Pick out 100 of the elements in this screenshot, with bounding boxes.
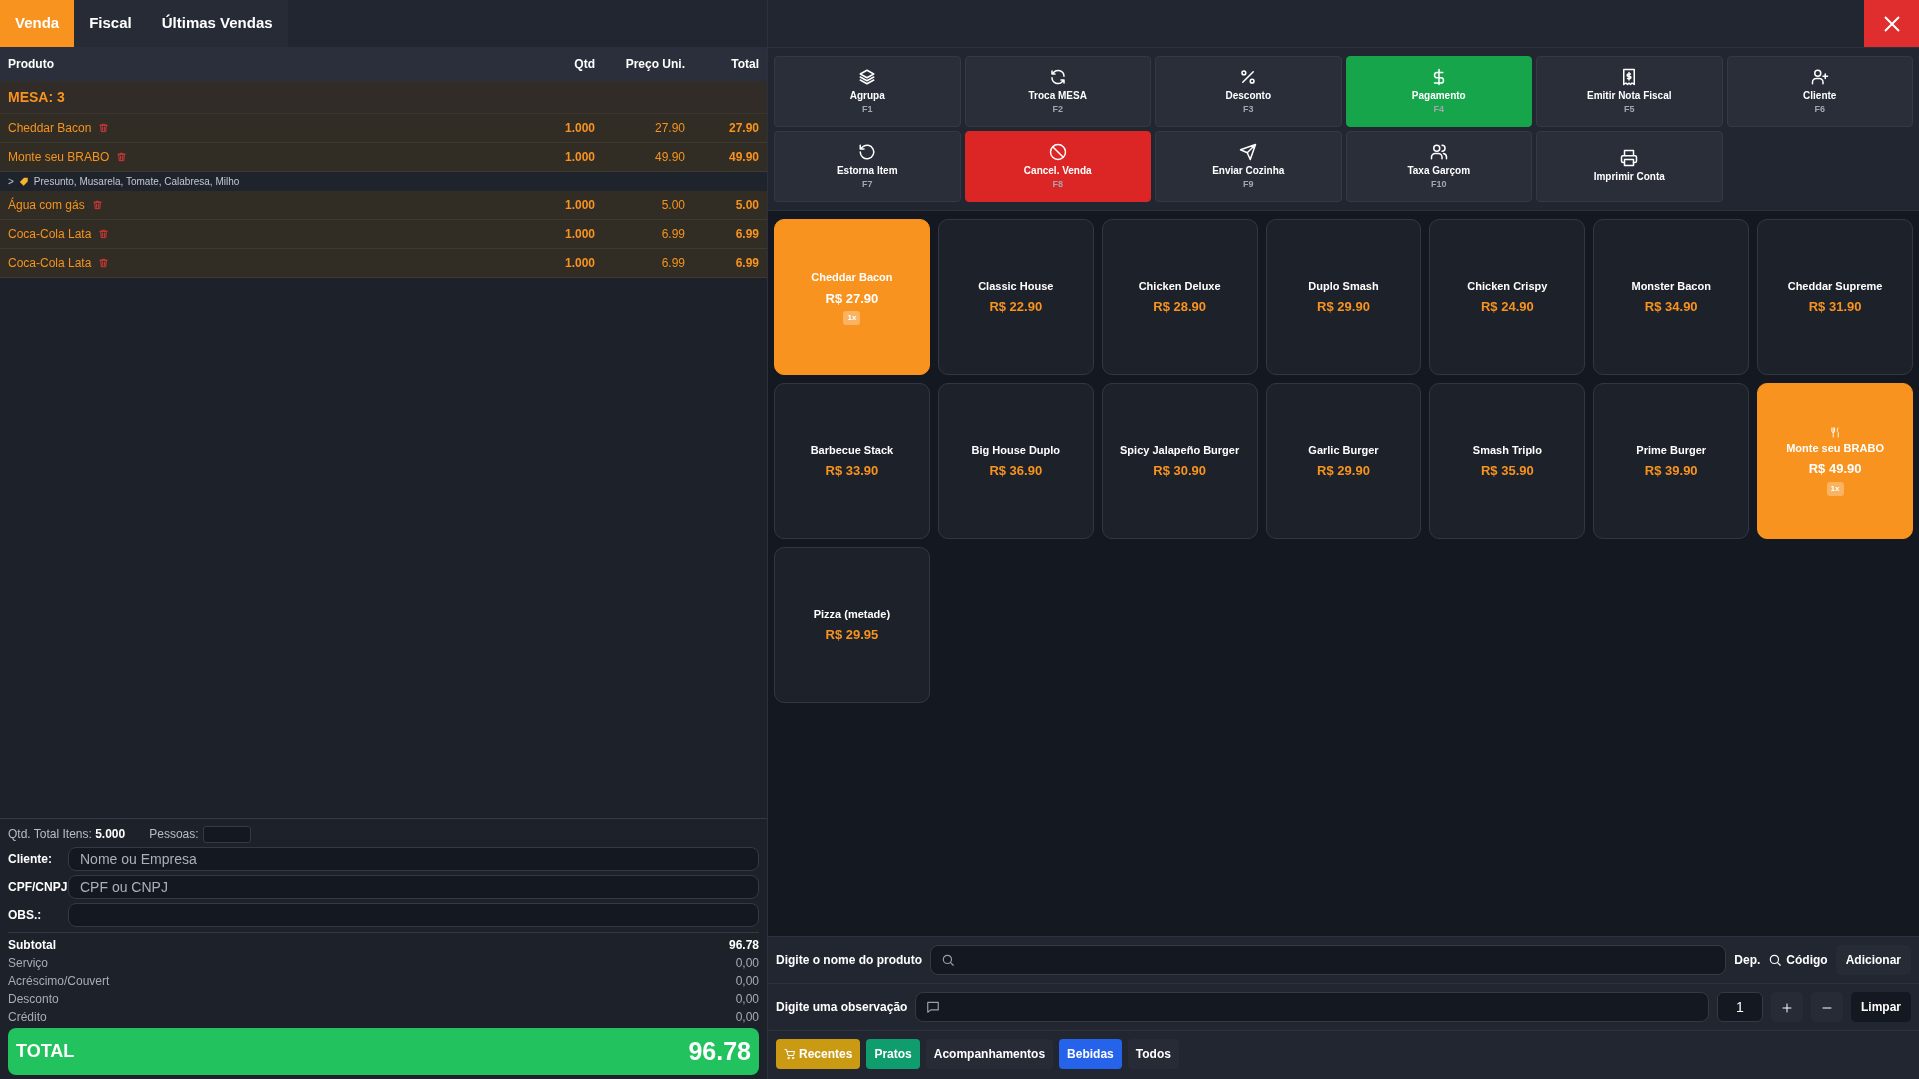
total-value: 0,00 [735,991,759,1008]
product-name: Pizza (metade) [813,606,891,622]
total-value: 0,00 [735,1009,759,1026]
total-value: 96.78 [728,937,759,954]
product-tile[interactable]: Smash Triplo R$ 35.90 [1429,383,1586,539]
tag-icon [18,176,29,187]
product-name: Monster Bacon [1631,278,1711,294]
action-button[interactable]: Troca MESA F2 [964,56,1151,127]
expand-marker[interactable]: > [8,174,14,189]
trash-icon[interactable] [98,122,110,134]
total-cell-text: 5.00 [734,197,759,214]
search-field[interactable] [930,945,1727,975]
action-button[interactable]: Desconto F3 [1155,56,1342,127]
column-header: Qtd [573,56,595,73]
tab[interactable]: Fiscal [74,0,147,47]
product-price: R$ 28.90 [1153,298,1206,316]
trash-icon[interactable] [98,228,110,240]
clear-button[interactable]: Limpar [1851,992,1911,1022]
plus-button[interactable] [1771,992,1803,1022]
category-button[interactable]: Bebidas [1059,1039,1122,1069]
observation-field[interactable] [915,992,1709,1022]
product-name: Monte seu BRABO [1786,440,1884,456]
input-field[interactable]: CPF ou CNPJ [68,875,759,899]
product-name: Coca-Cola Lata [8,226,92,243]
product-name: Garlic Burger [1308,442,1379,458]
product-price: R$ 31.90 [1808,298,1862,316]
product-tile[interactable]: Barbecue Stack R$ 33.90 [774,383,930,539]
action-button[interactable]: Taxa Garçom F10 [1345,131,1532,202]
action-button[interactable]: Cancel. Venda F8 [964,131,1151,202]
product-tile[interactable]: Monster Bacon R$ 34.90 [1593,219,1750,375]
total-cell-text: 6.99 [734,226,759,243]
product-price: R$ 27.90 [825,289,879,308]
search-icon [1768,953,1783,967]
add-button[interactable]: Adicionar [1835,945,1911,975]
percent-icon [1239,68,1258,87]
total-label: TOTAL [16,1040,75,1063]
price-cell-text: 6.99 [660,255,685,272]
product-tile[interactable]: Duplo Smash R$ 29.90 [1265,219,1422,375]
product-tile[interactable]: Classic House R$ 22.90 [937,219,1094,375]
product-tile[interactable]: Prime Burger R$ 39.90 [1593,383,1750,539]
comment-icon [926,1000,941,1014]
product-name: Chicken Crispy [1467,278,1548,294]
input-field[interactable] [68,903,759,927]
layers-icon [858,68,877,87]
total-label: Desconto [8,991,59,1008]
product-tile[interactable]: Cheddar Supreme R$ 31.90 [1757,219,1913,375]
product-name: Big House Duplo [971,442,1061,458]
people-field[interactable] [202,825,251,843]
trash-icon[interactable] [98,257,110,269]
printer-icon [1620,149,1639,168]
total-amount: 96.78 [688,1035,751,1067]
product-price: R$ 24.90 [1480,298,1534,316]
total-cell-text: 49.90 [727,149,759,166]
trash-icon[interactable] [116,151,128,163]
input-field[interactable]: Nome ou Empresa [68,847,759,871]
code-search-button[interactable]: Código [1768,945,1828,975]
action-button[interactable]: Estorna Item F7 [774,131,961,202]
product-tile[interactable]: Garlic Burger R$ 29.90 [1265,383,1422,539]
product-name: Cheddar Supreme [1787,278,1883,294]
product-tile[interactable]: Pizza (metade) R$ 29.95 [774,547,930,703]
trash-icon[interactable] [91,199,103,211]
product-name: Cheddar Bacon [811,270,893,285]
price-cell-text: 6.99 [660,226,685,243]
undo-icon [858,143,877,162]
quantity-badge: 1x [843,311,861,325]
quantity-cell-text: 1.000 [563,197,595,214]
product-tile[interactable]: Big House Duplo R$ 36.90 [937,383,1094,539]
product-price: R$ 30.90 [1153,462,1206,480]
total-value: 0,00 [735,955,759,972]
field-label: Cliente: [8,851,53,868]
product-tile[interactable]: Chicken Deluxe R$ 28.90 [1101,219,1258,375]
category-button[interactable]: Acompanhamentos [925,1039,1054,1069]
product-price: R$ 49.90 [1808,460,1862,478]
cart-icon [784,1048,796,1060]
product-name: Spicy Jalapeño Burger [1120,442,1240,458]
total-label: Serviço [8,955,48,972]
action-button[interactable]: Cliente F6 [1726,56,1913,127]
action-button[interactable]: Enviar Cozinha F9 [1155,131,1342,202]
action-button[interactable]: Imprimir Conta [1536,131,1723,202]
action-button[interactable]: Agrupa F1 [774,56,961,127]
product-name: Classic House [978,278,1054,294]
product-price: R$ 29.90 [1317,462,1370,480]
total-value: 0,00 [735,973,759,990]
product-tile[interactable]: Chicken Crispy R$ 24.90 [1429,219,1586,375]
tab[interactable]: Últimas Vendas [146,0,288,47]
user-plus-icon [1810,68,1829,87]
close-button[interactable] [1864,0,1919,47]
product-tile[interactable]: Spicy Jalapeño Burger R$ 30.90 [1101,383,1258,539]
minus-button[interactable] [1811,992,1843,1022]
product-price: R$ 35.90 [1480,462,1534,480]
action-button[interactable]: Emitir Nota Fiscal F5 [1536,56,1723,127]
product-name: Água com gás [8,196,85,214]
total-cell-text: 27.90 [727,120,759,137]
refresh-icon [1048,68,1067,87]
total-label: Crédito [8,1009,47,1026]
utensils-icon [1829,426,1841,438]
category-button[interactable]: Todos [1127,1039,1179,1069]
quantity-badge: 1x [1826,481,1844,496]
column-header: Total [730,56,759,73]
quantity-field[interactable]: 1 [1717,992,1763,1022]
